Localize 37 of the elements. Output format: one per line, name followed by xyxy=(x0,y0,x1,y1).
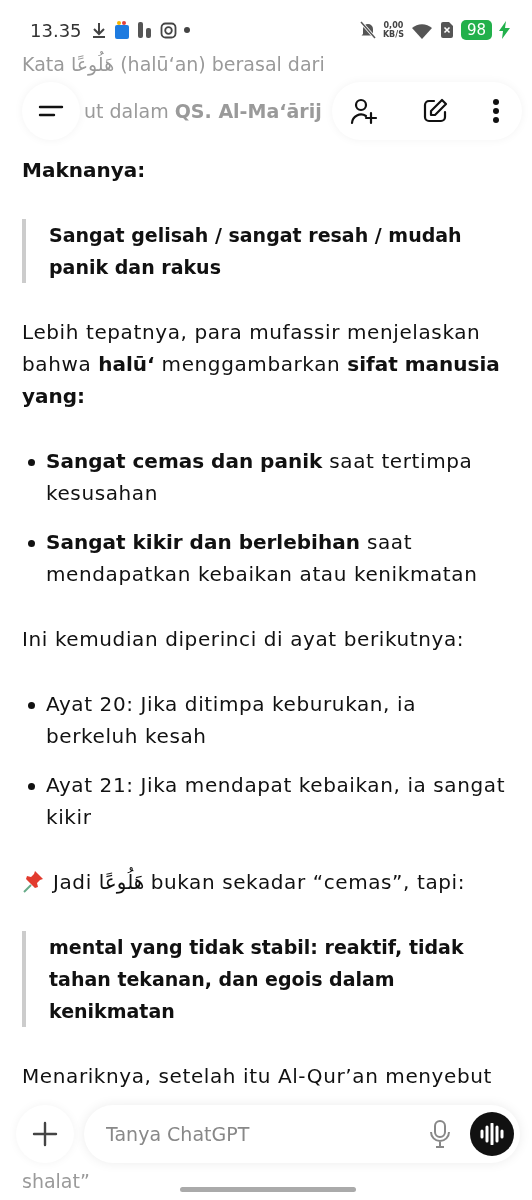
voice-mode-button[interactable] xyxy=(470,1112,514,1156)
bullet-dot xyxy=(28,459,35,466)
add-person-icon[interactable] xyxy=(350,97,378,125)
microphone-icon[interactable] xyxy=(430,1120,450,1148)
edit-icon[interactable] xyxy=(422,98,448,124)
quote-text: mental yang tidak stabil: reaktif, tidak tahan tekanan, dan egois dalam kenikmatan xyxy=(49,935,465,1024)
paragraph: Jadi هَلُوعًا bukan sekadar “cemas”, tapi: xyxy=(53,866,466,898)
no-sim-icon xyxy=(439,21,454,39)
wifi-icon xyxy=(410,21,433,39)
battery-level: 98 xyxy=(460,20,492,40)
bullet-dot xyxy=(28,783,35,790)
list-item-text: Ayat 21: Jika mendapat kebaikan, ia sangat kikir xyxy=(46,772,507,831)
status-time: 13.35 xyxy=(30,19,82,41)
list-item-text: Sangat kikir dan berlebihan saat mendapatkan kebaikan atau kenikmatan xyxy=(46,529,479,588)
faded-text: shalat” xyxy=(22,1170,90,1192)
bullet-dot xyxy=(28,540,35,547)
sound-wave-icon xyxy=(480,1123,504,1145)
download-icon xyxy=(90,21,107,39)
more-icon[interactable] xyxy=(492,98,500,124)
list-item-text: Sangat cemas dan panik saat tertimpa kesusahan xyxy=(46,448,474,507)
quote-text: Sangat gelisah / sangat resah / mudah panik dan rakus xyxy=(49,223,463,280)
camera-icon xyxy=(159,21,177,39)
paragraph: Menariknya, setelah itu Al-Qur’an menyebut xyxy=(22,1063,493,1090)
paragraph: Maknanya: xyxy=(22,157,147,184)
paragraph: Lebih tepatnya, para mufassir menjelaskan bahwa halū‘ menggambarkan sifat manusia yang: xyxy=(22,319,501,410)
pushpin-icon xyxy=(22,870,44,894)
bar-chart-icon xyxy=(136,21,153,39)
message-input[interactable]: Tanya ChatGPT xyxy=(104,1122,410,1146)
list-item-text: Ayat 20: Jika ditimpa keburukan, ia berkeluh kesah xyxy=(46,691,418,750)
network-speed: 0,00 KB/S xyxy=(382,21,404,39)
bullet-dot xyxy=(28,702,35,709)
faded-text: ut dalam QS. Al-Ma‘ārij xyxy=(83,100,323,122)
muted-bell-icon xyxy=(359,21,376,39)
dot-icon xyxy=(183,27,190,33)
plus-icon xyxy=(32,1121,58,1147)
faded-text: Kata هَلُوعًا (halū‘an) berasal dari xyxy=(21,50,326,76)
paragraph: Ini kemudian diperinci di ayat berikutnya: xyxy=(22,626,466,653)
